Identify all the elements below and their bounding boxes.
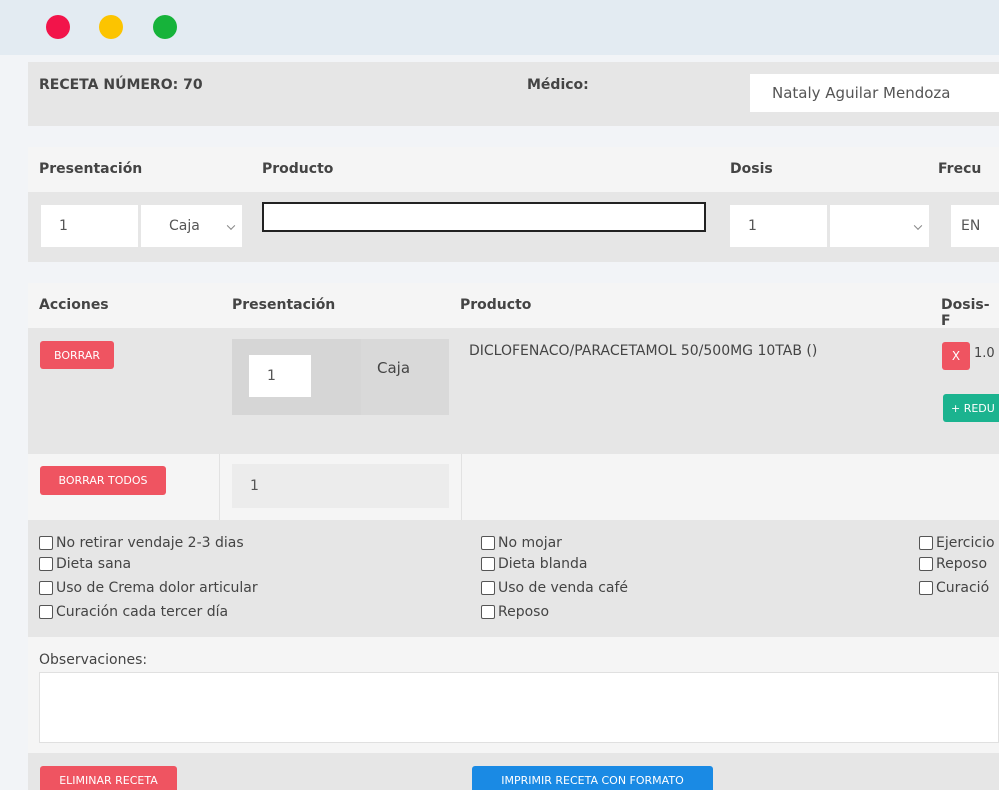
recommendation-label: Dieta blanda: [498, 556, 588, 572]
entry-header-dosis: Dosis: [730, 161, 773, 177]
recommendation-label: Uso de venda café: [498, 580, 629, 596]
row-dose-value: 1.0: [974, 346, 995, 361]
frequency-input[interactable]: EN: [951, 205, 999, 247]
reduce-dose-button[interactable]: + REDU: [943, 394, 999, 422]
totals-row: BORRAR TODOS 1: [28, 454, 999, 520]
doctor-field[interactable]: Nataly Aguilar Mendoza: [750, 74, 999, 112]
dose-unit-select[interactable]: [830, 205, 929, 247]
maximize-window-icon[interactable]: [153, 15, 177, 39]
recommendation-checkbox[interactable]: Uso de venda café: [481, 580, 628, 596]
recommendation-checkbox[interactable]: No mojar: [481, 535, 562, 551]
checkbox-icon: [481, 557, 495, 571]
recommendation-label: No mojar: [498, 535, 562, 551]
checkbox-icon: [481, 536, 495, 550]
recommendation-label: Reposo: [498, 604, 550, 620]
remove-dose-button[interactable]: X: [942, 342, 970, 370]
checkbox-icon: [39, 557, 53, 571]
presentation-unit-value: Caja: [169, 218, 200, 234]
recipe-header: RECETA NÚMERO: 70 Médico: Nataly Aguilar…: [28, 62, 999, 126]
recommendation-checkbox[interactable]: Ejercicio: [919, 535, 995, 551]
divider: [219, 454, 220, 520]
table-header-dosis: Dosis-F: [941, 297, 990, 329]
checkbox-icon: [481, 605, 495, 619]
checkbox-icon: [919, 581, 933, 595]
recommendation-label: Ejercicio: [936, 535, 995, 551]
window-titlebar: [0, 0, 999, 55]
row-qty-input[interactable]: 1: [249, 355, 311, 397]
table-header-producto: Producto: [460, 297, 532, 313]
doctor-label: Médico:: [527, 77, 589, 93]
row-product-name: DICLOFENACO/PARACETAMOL 50/500MG 10TAB (…: [469, 343, 818, 359]
minimize-window-icon[interactable]: [99, 15, 123, 39]
entry-header-row: Presentación Producto Dosis Frecu: [28, 147, 999, 192]
divider: [461, 454, 462, 520]
recommendation-label: Curació: [936, 580, 990, 596]
recommendation-label: Reposo: [936, 556, 988, 572]
observations-textarea[interactable]: [39, 672, 999, 743]
footer-actions: ELIMINAR RECETA IMPRIMIR RECETA CON FORM…: [28, 753, 999, 790]
delete-recipe-button[interactable]: ELIMINAR RECETA: [40, 766, 177, 790]
recommendation-checkbox[interactable]: Curació: [919, 580, 989, 596]
checkbox-icon: [39, 536, 53, 550]
checkbox-icon: [39, 581, 53, 595]
entry-header-presentacion: Presentación: [39, 161, 143, 177]
row-presentation-group: 1: [232, 339, 361, 415]
recommendation-checkbox[interactable]: Dieta sana: [39, 556, 131, 572]
table-header-row: Acciones Presentación Producto Dosis-F: [28, 283, 999, 329]
row-unit-cell: Caja: [361, 339, 449, 415]
delete-row-button[interactable]: BORRAR: [40, 341, 114, 369]
entry-header-producto: Producto: [262, 161, 334, 177]
entry-header-frecuencia: Frecu: [938, 161, 982, 177]
chevron-down-icon: [913, 221, 923, 230]
dose-qty-input[interactable]: 1: [730, 205, 827, 247]
chevron-down-icon: [226, 221, 236, 230]
recommendation-label: Curación cada tercer día: [56, 604, 229, 620]
entry-input-row: 1 Caja 1 EN: [28, 192, 999, 262]
presentation-unit-select[interactable]: Caja: [141, 205, 242, 247]
table-header-acciones: Acciones: [39, 297, 109, 313]
recommendation-checkbox[interactable]: Reposo: [919, 556, 987, 572]
recommendation-checkbox[interactable]: Dieta blanda: [481, 556, 588, 572]
print-recipe-button[interactable]: IMPRIMIR RECETA CON FORMATO: [472, 766, 713, 790]
recommendation-label: No retirar vendaje 2-3 dias: [56, 535, 244, 551]
checkbox-icon: [919, 536, 933, 550]
delete-all-button[interactable]: BORRAR TODOS: [40, 466, 166, 495]
recommendations-panel: No retirar vendaje 2-3 dias Dieta sana U…: [28, 520, 999, 637]
recommendation-checkbox[interactable]: Curación cada tercer día: [39, 604, 228, 620]
observations-label: Observaciones:: [39, 652, 148, 668]
recommendation-checkbox[interactable]: Reposo: [481, 604, 549, 620]
recommendation-label: Uso de Crema dolor articular: [56, 580, 258, 596]
table-header-presentacion: Presentación: [232, 297, 336, 313]
recommendation-label: Dieta sana: [56, 556, 132, 572]
recipe-number: RECETA NÚMERO: 70: [39, 77, 203, 93]
checkbox-icon: [919, 557, 933, 571]
product-search-input[interactable]: [262, 202, 706, 232]
presentation-qty-input[interactable]: 1: [41, 205, 138, 247]
row-unit-value: Caja: [377, 359, 411, 377]
recommendation-checkbox[interactable]: No retirar vendaje 2-3 dias: [39, 535, 244, 551]
checkbox-icon: [39, 605, 53, 619]
observations-panel: Observaciones:: [28, 637, 999, 753]
total-qty-field: 1: [232, 464, 449, 508]
close-window-icon[interactable]: [46, 15, 70, 39]
table-row: BORRAR 1 Caja DICLOFENACO/PARACETAMOL 50…: [28, 328, 999, 454]
recommendation-checkbox[interactable]: Uso de Crema dolor articular: [39, 580, 258, 596]
checkbox-icon: [481, 581, 495, 595]
